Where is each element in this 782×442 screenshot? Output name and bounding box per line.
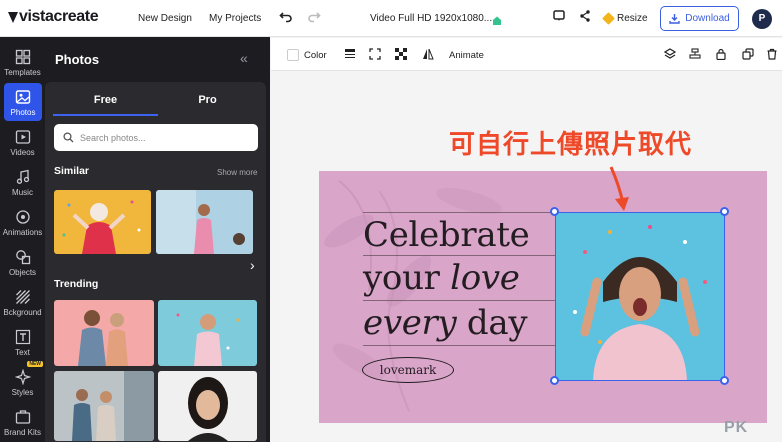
watermark: PK [724, 419, 749, 436]
rail-item-objects[interactable]: Objects [0, 243, 45, 281]
rail-item-music[interactable]: Music [0, 163, 45, 201]
brand-kits-icon [15, 410, 30, 424]
background-icon [15, 290, 30, 304]
delete-icon[interactable] [766, 48, 778, 60]
avatar[interactable]: P [752, 9, 772, 29]
active-tab-indicator [53, 114, 158, 116]
logo-mark-icon [8, 11, 18, 23]
document-title[interactable]: Video Full HD 1920x1080... [370, 13, 492, 24]
search-icon [63, 132, 74, 143]
styles-icon [14, 369, 31, 385]
rail-item-photos[interactable]: Photos [4, 83, 42, 121]
undo-icon[interactable] [277, 9, 295, 27]
rail-item-styles[interactable]: NEW Styles [0, 361, 45, 401]
resize-handle[interactable] [720, 207, 729, 216]
resize-handle[interactable] [550, 207, 559, 216]
premium-diamond-icon [602, 12, 615, 25]
color-button[interactable]: Color [304, 50, 327, 61]
chevron-right-icon[interactable]: › [250, 257, 255, 273]
objects-icon [15, 250, 30, 265]
photo-thumbnail[interactable] [156, 190, 253, 254]
new-design-link[interactable]: New Design [138, 13, 192, 24]
photo-thumbnail[interactable] [158, 371, 257, 441]
templates-icon [15, 49, 30, 65]
videos-icon [15, 130, 30, 144]
resize-handle[interactable] [720, 376, 729, 385]
headline-line-2[interactable]: your love [363, 261, 520, 295]
new-badge: NEW [27, 361, 43, 367]
divider-line [363, 212, 555, 213]
comment-icon[interactable] [550, 9, 568, 27]
rail-item-animations[interactable]: Animations [0, 203, 45, 241]
flip-icon[interactable] [422, 48, 434, 60]
lock-icon[interactable] [715, 48, 727, 60]
resize-button[interactable]: Resize [602, 12, 648, 25]
redo-icon[interactable] [305, 9, 323, 27]
headline-line-3[interactable]: every day [363, 306, 528, 340]
cloud-sync-icon [491, 13, 502, 25]
crop-icon[interactable] [369, 48, 381, 60]
photo-thumbnail[interactable] [54, 190, 151, 254]
search-input[interactable]: Search photos... [54, 124, 258, 151]
left-rail: Templates Photos Videos Music Animations… [0, 37, 45, 442]
top-bar: vistacreate New Design My Projects Video… [0, 0, 782, 37]
annotation-arrow-icon [609, 166, 629, 211]
duplicate-icon[interactable] [742, 48, 754, 60]
tab-free[interactable]: Free [53, 94, 158, 106]
divider-line [363, 300, 555, 301]
rail-item-templates[interactable]: Templates [0, 43, 45, 81]
similar-section-title: Similar [54, 165, 90, 177]
show-more-link[interactable]: Show more [217, 168, 257, 177]
panel-title: Photos [55, 52, 100, 67]
panel-body: Free Pro Search photos... Similar Show m… [45, 82, 266, 442]
trending-section-title: Trending [54, 278, 99, 290]
photos-icon [15, 90, 31, 104]
text-icon [15, 329, 30, 345]
rail-item-text[interactable]: Text [0, 323, 45, 361]
resize-handle[interactable] [550, 376, 559, 385]
canvas-toolbar: Color Animate [271, 38, 782, 71]
my-projects-link[interactable]: My Projects [209, 13, 261, 24]
divider-line [363, 255, 555, 256]
download-button[interactable]: Download [660, 6, 739, 31]
music-icon [16, 169, 29, 184]
headline-line-1[interactable]: Celebrate [363, 218, 530, 252]
align-icon[interactable] [689, 48, 701, 60]
rail-item-brand-kits[interactable]: Brand Kits [0, 403, 45, 441]
divider-line [363, 345, 555, 346]
photos-panel: Photos « Free Pro Search photos... Simil… [45, 37, 270, 442]
tab-pro[interactable]: Pro [155, 94, 260, 106]
rail-item-background[interactable]: Bckground [0, 283, 45, 321]
vistacreate-logo[interactable]: vistacreate [8, 8, 99, 26]
photo-thumbnail[interactable] [54, 371, 154, 441]
animations-icon [15, 210, 30, 224]
annotation-text: 可自行上傳照片取代 [449, 130, 693, 160]
lovemark-badge[interactable]: lovemark [362, 357, 454, 383]
collapse-panel-icon[interactable]: « [240, 50, 248, 66]
line-spacing-icon[interactable] [344, 48, 356, 60]
photo-thumbnail[interactable] [158, 300, 257, 366]
share-icon[interactable] [576, 9, 594, 27]
transparency-icon[interactable] [395, 48, 407, 60]
selection-box[interactable] [555, 212, 725, 381]
download-icon [669, 14, 680, 24]
layers-icon[interactable] [664, 48, 676, 60]
photo-thumbnail[interactable] [54, 300, 154, 366]
rail-item-videos[interactable]: Videos [0, 123, 45, 161]
animate-button[interactable]: Animate [449, 50, 484, 61]
color-swatch[interactable] [287, 49, 299, 61]
